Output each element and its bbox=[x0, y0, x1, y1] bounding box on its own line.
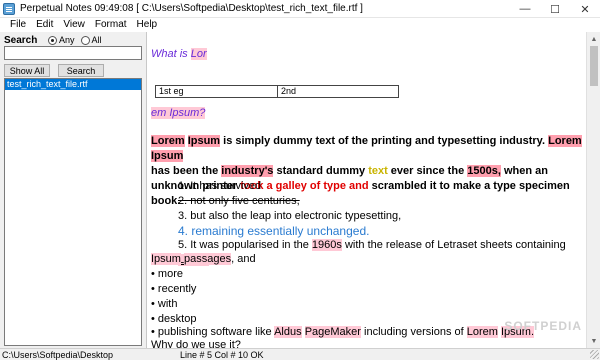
bullet-item: • recently bbox=[151, 283, 197, 295]
bullet-item: • more bbox=[151, 268, 183, 280]
highlighted-word: passages bbox=[184, 253, 232, 265]
bullet-item: • with bbox=[151, 298, 178, 310]
search-input[interactable] bbox=[4, 46, 142, 60]
highlighted-word: 1960s bbox=[311, 239, 342, 251]
search-button[interactable]: Search bbox=[58, 64, 104, 77]
scroll-up-icon[interactable]: ▲ bbox=[589, 34, 599, 44]
table-cell[interactable]: 1st eg bbox=[156, 86, 278, 97]
heading-what-is: What is Lor bbox=[151, 48, 207, 60]
heading-text: What is bbox=[151, 48, 191, 60]
radio-any-label[interactable]: Any bbox=[59, 35, 75, 45]
list-item: 3. but also the leap into electronic typ… bbox=[178, 210, 402, 222]
sidebar: Search Any All Show All Search test_rich… bbox=[0, 32, 147, 348]
paragraph-text: standard dummy bbox=[273, 165, 369, 177]
highlighted-word: Ipsum? bbox=[169, 107, 206, 119]
menu-help[interactable]: Help bbox=[133, 18, 164, 32]
list-item[interactable]: test_rich_text_file.rtf bbox=[5, 79, 141, 90]
highlighted-word: 1500s, bbox=[467, 165, 501, 177]
menu-file[interactable]: File bbox=[6, 18, 32, 32]
bullet-text: including versions of bbox=[360, 326, 467, 338]
last-line: Why do we use it? bbox=[151, 339, 241, 348]
search-label: Search bbox=[4, 34, 38, 46]
highlighted-word: Aldus bbox=[274, 326, 302, 338]
bullet-text: • publishing software like bbox=[151, 326, 275, 338]
radio-all[interactable] bbox=[80, 35, 90, 45]
highlighted-word: Lorem bbox=[466, 326, 498, 338]
list-item: 2. not only five centuries, bbox=[178, 195, 300, 207]
status-bar: C:\Users\Softpedia\Desktop Line # 5 Col … bbox=[0, 348, 600, 360]
bullet-item: • publishing software like Aldus PageMak… bbox=[151, 326, 534, 338]
heading-ipsum: em Ipsum? bbox=[151, 107, 206, 119]
list-text: , and bbox=[231, 253, 256, 265]
radio-all-label[interactable]: All bbox=[92, 35, 102, 45]
menu-format[interactable]: Format bbox=[91, 18, 133, 32]
highlighted-word: industry's bbox=[221, 165, 274, 177]
menu-edit[interactable]: Edit bbox=[32, 18, 59, 32]
title-bar: Perpetual Notes 09:49:08 [ C:\Users\Soft… bbox=[0, 0, 600, 18]
radio-any[interactable] bbox=[48, 35, 57, 45]
status-path: C:\Users\Softpedia\Desktop bbox=[2, 350, 114, 360]
highlighted-word: Lor bbox=[190, 48, 207, 60]
list-text: 5. It was popularised in the bbox=[178, 239, 312, 251]
highlighted-word: Lorem bbox=[151, 135, 185, 147]
vertical-scrollbar[interactable]: ▲ ▼ bbox=[586, 32, 600, 348]
search-options: Search Any All bbox=[4, 34, 108, 46]
resize-grip-icon[interactable] bbox=[590, 350, 599, 359]
paragraph-text: has been the bbox=[151, 165, 222, 177]
paragraph-text: ever since the bbox=[387, 165, 468, 177]
watermark: SOFTPEDIA bbox=[504, 319, 582, 333]
close-button[interactable]: ✕ bbox=[570, 0, 600, 18]
highlighted-word: Ipsum bbox=[151, 253, 181, 265]
notes-list[interactable]: test_rich_text_file.rtf bbox=[4, 78, 142, 346]
scroll-down-icon[interactable]: ▼ bbox=[589, 336, 599, 346]
window-title: Perpetual Notes 09:49:08 [ C:\Users\Soft… bbox=[20, 3, 363, 14]
maximize-button[interactable]: ☐ bbox=[540, 0, 570, 18]
highlighted-word: Lorem bbox=[548, 135, 582, 147]
highlighted-word: em bbox=[151, 107, 170, 119]
menu-bar: File Edit View Format Help bbox=[0, 18, 600, 32]
highlighted-word: Ipsum bbox=[187, 135, 221, 147]
list-item-continued: Ipsum passages, and bbox=[151, 253, 256, 265]
show-all-button[interactable]: Show All bbox=[4, 64, 50, 77]
app-icon bbox=[3, 3, 15, 15]
table-cell[interactable]: 2nd bbox=[278, 86, 296, 97]
scroll-thumb[interactable] bbox=[590, 46, 598, 86]
paragraph-text: is simply dummy text of the printing and… bbox=[220, 135, 549, 147]
list-item: 4. remaining essentially unchanged. bbox=[178, 224, 370, 238]
rich-text-editor[interactable]: What is Lor 1st eg 2nd em Ipsum? Lorem I… bbox=[148, 32, 600, 348]
colored-word: text bbox=[368, 165, 388, 177]
minimize-button[interactable]: — bbox=[510, 0, 540, 18]
status-position: Line # 5 Col # 10 OK bbox=[180, 350, 264, 360]
menu-view[interactable]: View bbox=[59, 18, 91, 32]
highlighted-word: Ipsum bbox=[151, 150, 184, 162]
bullet-item: • desktop bbox=[151, 313, 197, 325]
list-text: with the release of Letraset sheets cont… bbox=[341, 239, 566, 251]
list-item: 1. It has survived bbox=[178, 180, 262, 192]
text-table: 1st eg 2nd bbox=[155, 85, 399, 98]
highlighted-word: PageMaker bbox=[304, 326, 361, 338]
